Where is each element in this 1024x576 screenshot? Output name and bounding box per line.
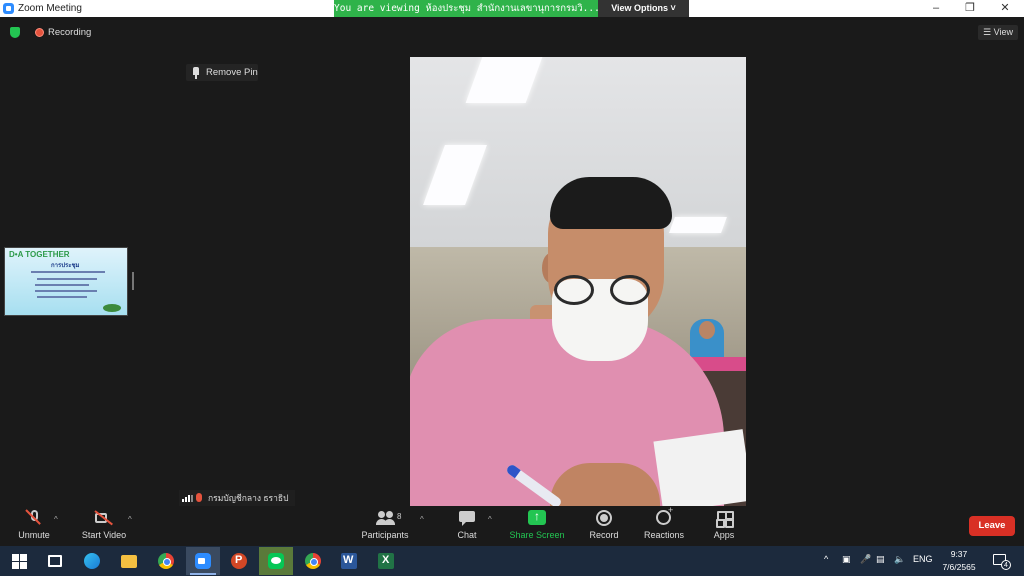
participants-count: 8 [397, 512, 402, 521]
windows-icon [11, 553, 27, 569]
thumbnail-text-line [35, 284, 89, 286]
reactions-button[interactable]: Reactions [640, 505, 688, 540]
pin-icon [193, 67, 199, 79]
zoom-icon [195, 553, 211, 569]
edge-icon [84, 553, 100, 569]
window-title: Zoom Meeting [18, 3, 82, 14]
taskbar-word[interactable] [332, 547, 366, 575]
pinned-video[interactable] [410, 57, 746, 506]
paper-document [653, 429, 746, 506]
leaf-icon [103, 304, 121, 312]
close-button[interactable]: ✕ [990, 1, 1020, 16]
record-button[interactable]: Record [584, 510, 624, 540]
clock-date: 7/6/2565 [942, 562, 976, 572]
mic-off-icon [196, 493, 202, 502]
record-icon [595, 510, 613, 526]
taskbar-line[interactable] [259, 547, 293, 575]
participants-icon [376, 510, 394, 526]
taskbar-chrome-profile[interactable] [149, 547, 183, 575]
thumbnail-resize-handle[interactable] [132, 272, 134, 290]
taskbar-powerpoint[interactable] [222, 547, 256, 575]
view-button[interactable]: ☰ View [978, 25, 1018, 40]
thumbnail-text-line [37, 296, 87, 298]
chat-options-caret[interactable]: ^ [488, 515, 492, 524]
video-options-caret[interactable]: ^ [128, 515, 132, 524]
tray-chevron-icon[interactable]: ^ [824, 554, 828, 564]
start-video-label: Start Video [81, 530, 127, 540]
ceiling-light [669, 217, 727, 233]
restore-button[interactable]: ❐ [955, 1, 985, 16]
language-indicator[interactable]: ENG [913, 554, 933, 564]
apps-button[interactable]: Apps [708, 510, 740, 540]
video-off-icon [95, 510, 113, 526]
recording-icon [35, 28, 44, 37]
audio-options-caret[interactable]: ^ [54, 515, 58, 524]
thumbnail-logo: D•A TOGETHER [9, 250, 70, 259]
recording-label[interactable]: Recording [48, 27, 91, 38]
taskbar-clock[interactable]: 9:37 7/6/2565 [932, 548, 986, 574]
chrome-icon [158, 553, 174, 569]
share-screen-button[interactable]: Share Screen [508, 509, 566, 540]
reactions-label: Reactions [643, 530, 685, 540]
meet-now-icon[interactable]: ▣ [842, 554, 851, 565]
participant-name-bar: กรมบัญชีกลาง ธราธิป [179, 490, 295, 506]
signal-icon [182, 495, 193, 502]
apps-label: Apps [713, 530, 735, 540]
presenter-hair [550, 177, 672, 229]
network-icon[interactable]: ▤ [876, 554, 885, 565]
thumbnail-heading: การประชุม [51, 263, 80, 269]
task-view-icon [48, 555, 62, 567]
minimize-button[interactable]: – [921, 1, 951, 16]
glasses-left [554, 275, 594, 305]
chat-icon [458, 510, 476, 526]
remove-pin-label: Remove Pin [206, 67, 258, 78]
apps-icon [715, 510, 734, 528]
shield-icon[interactable] [10, 27, 20, 38]
leave-button[interactable]: Leave [969, 516, 1015, 536]
participant-name: กรมบัญชีกลาง ธราธิป [208, 493, 289, 503]
glasses-right [610, 275, 650, 305]
task-view-button[interactable] [38, 547, 72, 575]
chrome-icon [305, 553, 321, 569]
remove-pin-button[interactable]: Remove Pin [186, 64, 258, 81]
taskbar-zoom[interactable] [186, 547, 220, 575]
microphone-icon[interactable]: 🎤 [860, 554, 871, 565]
participants-button[interactable]: Participants [360, 510, 410, 540]
background-person-head [699, 321, 715, 339]
thumbnail-text-line [31, 271, 105, 273]
clock-time: 9:37 [950, 549, 968, 559]
reactions-icon [655, 505, 673, 526]
shared-screen-thumbnail[interactable]: D•A TOGETHER การประชุม [4, 247, 128, 316]
share-screen-icon [528, 509, 546, 526]
powerpoint-icon [231, 553, 247, 569]
view-options-button[interactable]: View Options ˅ [598, 0, 689, 17]
chat-label: Chat [457, 530, 477, 540]
screen-share-banner: You are viewing ห้องประชุม สำนักงานเลขาน… [334, 0, 598, 17]
thumbnail-text-line [35, 290, 97, 292]
participants-options-caret[interactable]: ^ [420, 515, 424, 524]
record-label: Record [589, 530, 619, 540]
zoom-app-icon [3, 3, 14, 14]
taskbar-excel[interactable] [369, 547, 403, 575]
folder-icon [121, 555, 137, 568]
excel-icon [378, 553, 394, 569]
taskbar-edge[interactable] [75, 547, 109, 575]
line-icon [268, 553, 284, 569]
start-button[interactable] [2, 547, 36, 575]
chat-button[interactable]: Chat [452, 510, 482, 540]
taskbar-chrome[interactable] [296, 547, 330, 575]
thumbnail-text-line [37, 278, 97, 280]
meeting-status-strip [0, 17, 1024, 47]
microphone-muted-icon [25, 510, 43, 526]
word-icon [341, 553, 357, 569]
participants-label: Participants [361, 530, 409, 540]
notification-count: 4 [1001, 560, 1011, 570]
share-screen-label: Share Screen [509, 530, 565, 540]
taskbar-file-explorer[interactable] [112, 547, 146, 575]
start-video-button[interactable]: Start Video [78, 510, 130, 540]
unmute-button[interactable]: Unmute [14, 510, 54, 540]
unmute-label: Unmute [18, 530, 50, 540]
volume-icon[interactable]: 🔈 [894, 554, 905, 565]
